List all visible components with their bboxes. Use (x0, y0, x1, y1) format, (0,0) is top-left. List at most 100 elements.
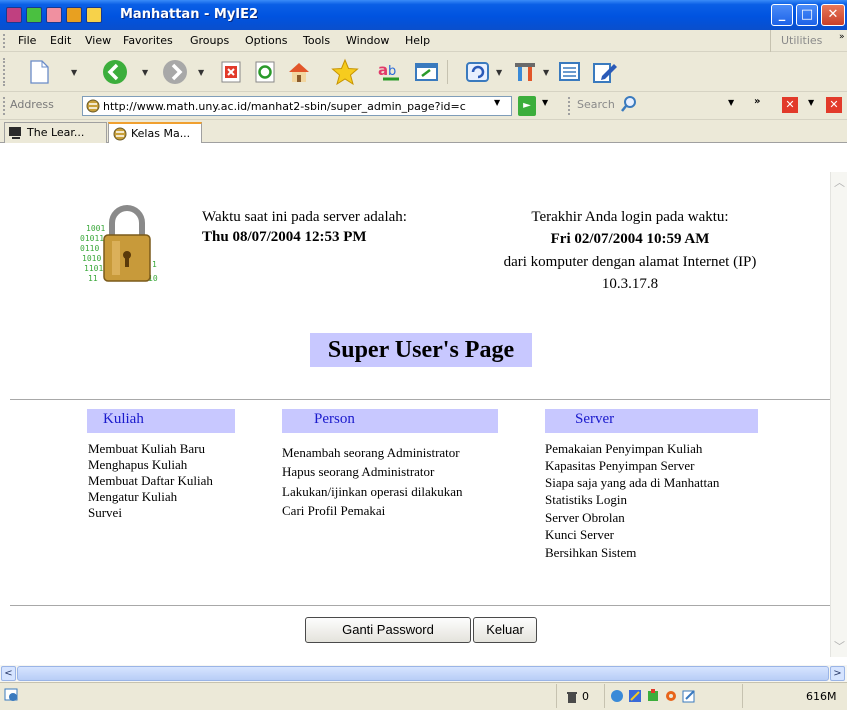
link-cari-profil-pemakai[interactable]: Cari Profil Pemakai (282, 503, 385, 519)
menu-view[interactable]: View (85, 34, 111, 47)
forward-dropdown-icon[interactable]: ▼ (198, 68, 204, 77)
forward-button[interactable] (160, 57, 190, 87)
address-input[interactable]: http://www.math.uny.ac.id/manhat2-sbin/s… (82, 96, 512, 116)
scroll-up-icon[interactable]: ︿ (834, 174, 845, 190)
menu-groups[interactable]: Groups (190, 34, 229, 47)
utilities-toolbar[interactable]: Utilities » (770, 30, 847, 52)
status-bar (0, 682, 847, 710)
link-kapasitas-penyimpan-server[interactable]: Kapasitas Penyimpan Server (545, 458, 694, 474)
link-kunci-server[interactable]: Kunci Server (545, 527, 614, 543)
menu-grip (3, 34, 6, 48)
ip-address: 10.3.17.8 (601, 276, 659, 292)
svg-text:a: a (378, 61, 388, 79)
home-button[interactable] (284, 57, 314, 87)
link-pemakaian-penyimpan-kuliah[interactable]: Pemakaian Penyimpan Kuliah (545, 441, 702, 457)
address-label: Address (10, 98, 54, 111)
maximize-button[interactable]: □ (796, 4, 818, 26)
tab-the-learning[interactable]: The Lear... (4, 122, 107, 143)
server-time-value: Thu 08/07/2004 12:53 PM (202, 229, 367, 245)
menu-file[interactable]: File (18, 34, 36, 47)
go-button[interactable]: ► (518, 96, 536, 116)
link-mengatur-kuliah[interactable]: Mengatur Kuliah (88, 489, 177, 505)
change-password-button[interactable]: Ganti Password (305, 617, 471, 643)
divider-bottom (10, 605, 830, 606)
close-dropdown-icon[interactable]: ▼ (808, 98, 814, 107)
yellow-icon[interactable] (86, 7, 102, 23)
stop-button[interactable] (216, 57, 246, 87)
window-button[interactable] (412, 57, 442, 87)
svg-text:1010: 1010 (82, 254, 101, 263)
link-survei[interactable]: Survei (88, 505, 122, 521)
back-button[interactable] (100, 57, 130, 87)
search-label: Search (577, 98, 615, 111)
link-siapa-saja[interactable]: Siapa saja yang ada di Manhattan (545, 475, 719, 491)
tools-dropdown-icon[interactable]: ▼ (543, 68, 549, 77)
undo-button[interactable] (463, 57, 493, 87)
app-icon[interactable] (6, 7, 22, 23)
back-dropdown-icon[interactable]: ▼ (142, 68, 148, 77)
link-menambah-administrator[interactable]: Menambah seorang Administrator (282, 445, 460, 461)
favorites-button[interactable] (330, 57, 360, 87)
tools-icon (515, 63, 535, 81)
power-icon[interactable] (26, 7, 42, 23)
plugin-icon[interactable] (646, 689, 660, 706)
translate-icon: ab (378, 61, 399, 81)
link-bersihkan-sistem[interactable]: Bersihkan Sistem (545, 545, 636, 561)
section-header-kuliah: Kuliah (87, 409, 235, 433)
brush-icon[interactable] (628, 689, 642, 706)
scroll-right-button[interactable]: > (830, 666, 845, 681)
link-server-obrolan[interactable]: Server Obrolan (545, 510, 625, 526)
tab-label: The Lear... (27, 126, 85, 139)
undo-dropdown-icon[interactable]: ▼ (496, 68, 502, 77)
link-lakukan-operasi[interactable]: Lakukan/ijinkan operasi dilakukan (282, 484, 463, 500)
link-statistiks-login[interactable]: Statistiks Login (545, 492, 627, 508)
edit-button[interactable] (590, 57, 620, 87)
red-icon[interactable] (46, 7, 62, 23)
menu-options[interactable]: Options (245, 34, 287, 47)
tab-kelas-manhattan[interactable]: Kelas Ma... (108, 122, 202, 143)
vertical-scrollbar[interactable]: ︿ ﹀ (830, 172, 847, 657)
script-icon[interactable] (610, 689, 624, 706)
list-button[interactable] (555, 57, 585, 87)
search-dropdown-icon[interactable]: ▼ (728, 98, 734, 107)
new-page-button[interactable] (24, 57, 54, 87)
link-hapus-administrator[interactable]: Hapus seorang Administrator (282, 464, 434, 480)
trash-icon[interactable] (566, 690, 578, 707)
gear-icon[interactable] (664, 689, 678, 706)
section-header-server: Server (545, 409, 758, 433)
window-icon (415, 63, 438, 81)
menu-favorites[interactable]: Favorites (123, 34, 173, 47)
menu-help[interactable]: Help (405, 34, 430, 47)
scroll-thumb[interactable] (17, 666, 829, 681)
address-dropdown-icon[interactable]: ▼ (494, 98, 500, 107)
help-icon[interactable] (66, 7, 82, 23)
chevron-more-icon[interactable]: » (754, 96, 760, 107)
menu-window[interactable]: Window (346, 34, 389, 47)
last-login-label: Terakhir Anda login pada waktu: (531, 209, 729, 225)
status-separator (556, 684, 557, 708)
menu-edit[interactable]: Edit (50, 34, 71, 47)
chevron-down-icon[interactable]: ▼ (71, 68, 77, 77)
forward-icon (163, 60, 187, 84)
link-membuat-kuliah-baru[interactable]: Membuat Kuliah Baru (88, 441, 205, 457)
scroll-left-button[interactable]: < (1, 666, 16, 681)
refresh-button[interactable] (250, 57, 280, 87)
manhattan-icon (112, 126, 128, 145)
minimize-button[interactable]: _ (771, 4, 793, 26)
translate-button[interactable]: ab (376, 57, 406, 87)
chevron-right-icon[interactable]: » (839, 32, 845, 42)
close-button[interactable]: ✕ (821, 4, 845, 26)
tools-button[interactable] (510, 57, 540, 87)
note-icon[interactable] (682, 689, 696, 706)
svg-text:1: 1 (152, 260, 157, 269)
search-icon[interactable] (620, 95, 638, 116)
go-dropdown-icon[interactable]: ▼ (542, 98, 548, 107)
svg-text:1001: 1001 (86, 224, 105, 233)
close-all-icon[interactable]: ✕ (826, 97, 842, 113)
logout-button[interactable]: Keluar (473, 617, 537, 643)
link-menghapus-kuliah[interactable]: Menghapus Kuliah (88, 457, 187, 473)
menu-tools[interactable]: Tools (303, 34, 330, 47)
close-tab-icon[interactable]: ✕ (782, 97, 798, 113)
link-membuat-daftar-kuliah[interactable]: Membuat Daftar Kuliah (88, 473, 213, 489)
scroll-down-icon[interactable]: ﹀ (834, 638, 845, 654)
